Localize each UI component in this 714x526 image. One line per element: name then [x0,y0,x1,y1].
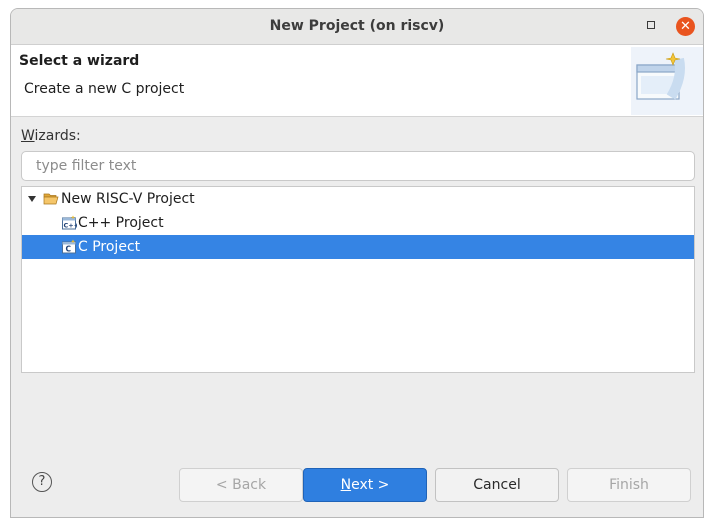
title-bar[interactable]: New Project (on riscv) ✕ [11,9,703,45]
close-button[interactable]: ✕ [676,17,695,36]
close-icon: ✕ [680,19,691,34]
tree-item-new-risc-v-project[interactable]: New RISC-V Project [22,187,694,211]
back-button[interactable]: < Back [179,468,303,502]
cpp-project-icon: C++ [62,215,78,230]
maximize-button[interactable] [647,21,655,29]
expand-arrow-icon[interactable] [28,196,36,202]
folder-open-icon [43,193,59,205]
header-description: Create a new C project [24,81,185,97]
svg-text:C++: C++ [64,222,78,230]
svg-text:C: C [66,245,72,254]
wizard-tree[interactable]: New RISC-V Project C++ C++ Project C C P… [21,186,695,373]
new-wizard-banner-icon [631,47,703,115]
tree-item-label: C Project [78,239,141,255]
wizards-label: Wizards: [21,128,81,144]
header-title: Select a wizard [19,53,140,69]
c-project-icon: C [62,239,76,254]
tree-item-cpp-project[interactable]: C++ C++ Project [22,211,694,235]
help-icon: ? [38,474,46,489]
finish-button[interactable]: Finish [567,468,691,502]
new-project-dialog: New Project (on riscv) ✕ Select a wizard… [10,8,704,518]
tree-item-c-project[interactable]: C C Project [22,235,694,259]
filter-input[interactable] [21,151,695,181]
wizard-header: Select a wizard Create a new C project [11,45,703,117]
tree-item-label: New RISC-V Project [61,191,195,207]
tree-item-label: C++ Project [78,215,164,231]
next-button[interactable]: Next > [303,468,427,502]
help-button[interactable]: ? [32,472,52,492]
window-title: New Project (on riscv) [269,18,445,34]
cancel-button[interactable]: Cancel [435,468,559,502]
